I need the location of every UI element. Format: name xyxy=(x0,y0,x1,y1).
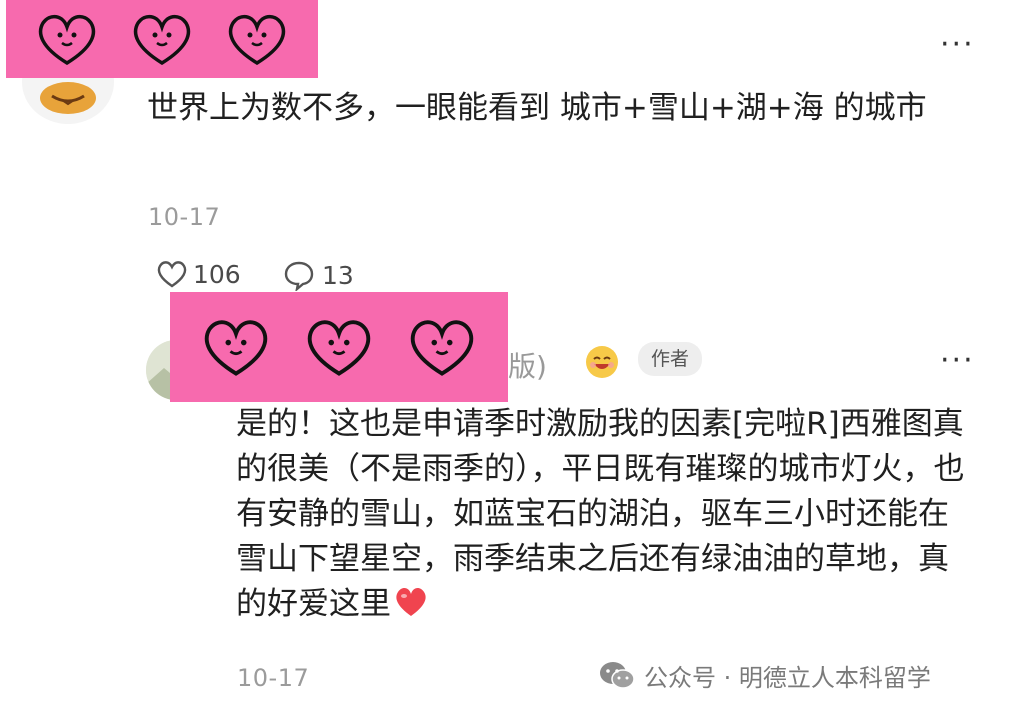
red-heart-emoji xyxy=(396,588,426,616)
doodle-heart-face-icon xyxy=(228,14,285,66)
reply-more-button[interactable]: ··· xyxy=(940,346,975,376)
wechat-logo-icon xyxy=(600,661,635,689)
doodle-heart-face-icon xyxy=(133,14,191,66)
comment-reply-button[interactable]: 13 xyxy=(282,259,354,291)
doodle-heart-face-icon xyxy=(204,320,267,376)
reply-text: 是的！这也是申请季时激励我的因素[完啦R]西雅图真的很美（不是雨季的），平日既有… xyxy=(236,402,976,627)
like-count: 106 xyxy=(193,259,241,289)
username-censor-sticker xyxy=(6,0,318,78)
reply-username-visible[interactable]: 版) xyxy=(508,345,547,385)
reply-username-censor-sticker xyxy=(170,292,508,402)
comment-text: 世界上为数不多，一眼能看到 城市+雪山+湖+海 的城市 xyxy=(147,90,927,126)
author-badge: 作者 xyxy=(638,342,703,376)
doodle-heart-face-icon xyxy=(39,14,96,66)
wechat-watermark: 公众号 · 明德立人本科留学 xyxy=(598,658,931,693)
heart-outline-icon xyxy=(157,261,187,288)
comment-like-button[interactable]: 106 xyxy=(155,259,241,289)
reply-text-body: 是的！这也是申请季时激励我的因素[完啦R]西雅图真的很美（不是雨季的），平日既有… xyxy=(236,406,965,622)
comment-more-button[interactable]: ··· xyxy=(940,30,975,60)
watermark-text: 公众号 · 明德立人本科留学 xyxy=(644,664,931,692)
reply-date: 10-17 xyxy=(237,664,310,692)
comment-date: 10-17 xyxy=(148,203,221,231)
doodle-heart-face-icon xyxy=(411,320,474,376)
reply-count: 13 xyxy=(322,260,354,290)
grinning-face-icon xyxy=(584,344,620,380)
doodle-heart-face-icon xyxy=(307,320,371,376)
speech-bubble-icon xyxy=(284,261,314,291)
